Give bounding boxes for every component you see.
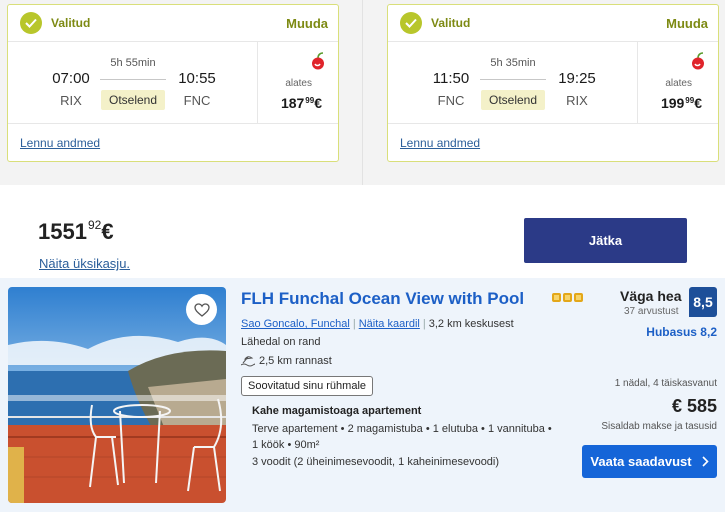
departure-airport: FNC — [437, 93, 465, 108]
sea-distance: 2,5 km rannast — [259, 355, 332, 367]
star-icon — [563, 293, 572, 302]
card-footer: Lennu andmed — [388, 124, 718, 162]
comfort-rating: Hubasus 8,2 — [646, 325, 717, 339]
beach-info: Lähedal on rand — [241, 336, 321, 348]
total-price: 155192€ — [38, 218, 114, 245]
arrival-time: 19:25 — [558, 70, 596, 87]
selected-label: Valitud — [51, 16, 91, 30]
total-currency: € — [101, 219, 114, 244]
recommended-tag: Soovitatud sinu rühmale — [241, 376, 374, 396]
sea-distance-row: 2,5 km rannast — [241, 355, 332, 367]
check-icon — [20, 12, 42, 34]
flight-price: alates 18799€ — [258, 42, 338, 124]
change-link[interactable]: Muuda — [666, 16, 708, 31]
see-availability-label: Vaata saadavust — [590, 454, 692, 469]
center-distance: 3,2 km keskusest — [428, 318, 514, 330]
separator: | — [422, 318, 426, 330]
review-score-badge: 8,5 — [689, 287, 717, 317]
star-rating — [552, 293, 583, 302]
flight-details-link[interactable]: Lennu andmed — [400, 136, 480, 150]
taxes-note: Sisaldab makse ja tasusid — [601, 421, 717, 432]
price-cents: 99 — [685, 96, 695, 105]
see-availability-button[interactable]: Vaata saadavust — [582, 445, 717, 478]
separator: | — [352, 318, 356, 330]
review-count[interactable]: 37 arvustust — [624, 306, 678, 317]
chevron-right-icon — [702, 456, 709, 467]
total-cents: 92 — [87, 218, 102, 232]
duration-line — [100, 79, 166, 80]
card-header: Valitud Muuda — [388, 5, 718, 42]
page: Valitud Muuda 07:00 RIX 5h 55min Otselen… — [0, 0, 725, 512]
star-icon — [574, 293, 583, 302]
return-flight-card: Valitud Muuda 11:50 FNC 5h 35min Otselen… — [387, 4, 719, 162]
beach-icon — [241, 356, 255, 367]
arrival-time: 10:55 — [178, 70, 216, 87]
hotel-price: € 585 — [671, 396, 717, 416]
flight-info: 11:50 FNC 5h 35min Otselend 19:25 RIX al… — [388, 42, 718, 124]
from-label: alates — [285, 78, 312, 89]
outbound-flight-card: Valitud Muuda 07:00 RIX 5h 55min Otselen… — [7, 4, 339, 162]
show-on-map-link[interactable]: Näita kaardil — [359, 318, 420, 330]
flight-details-link[interactable]: Lennu andmed — [20, 136, 100, 150]
flight-duration: 5h 35min — [490, 57, 536, 69]
apartment-details: 1 köök • 90m² — [252, 439, 320, 451]
total-main: 1551 — [38, 219, 87, 244]
departure-airport: RIX — [60, 93, 82, 108]
direct-flight-badge: Otselend — [481, 90, 545, 110]
favorite-button[interactable] — [186, 294, 217, 325]
flight-times: 11:50 FNC 5h 35min Otselend 19:25 RIX — [388, 42, 638, 124]
arrival-airport: RIX — [566, 93, 588, 108]
departure-time: 07:00 — [52, 70, 90, 87]
apartment-title: Kahe magamistoaga apartement — [252, 405, 422, 417]
price-currency: € — [314, 95, 322, 111]
flight-times: 07:00 RIX 5h 55min Otselend 10:55 FNC — [8, 42, 258, 124]
rating-label: Väga hea — [620, 288, 682, 304]
change-link[interactable]: Muuda — [286, 16, 328, 31]
from-label: alates — [665, 78, 692, 89]
duration-line — [480, 79, 546, 80]
stay-info: 1 nädal, 4 täiskasvanut — [614, 378, 717, 389]
star-icon — [552, 293, 561, 302]
flight-info: 07:00 RIX 5h 55min Otselend 10:55 FNC al… — [8, 42, 338, 124]
continue-button[interactable]: Jätka — [524, 218, 687, 263]
arrival-airport: FNC — [183, 93, 211, 108]
flight-price: alates 19999€ — [638, 42, 718, 124]
hotel-location: Sao Goncalo, Funchal | Näita kaardil | 3,2 k… — [241, 318, 514, 330]
card-footer: Lennu andmed — [8, 124, 338, 162]
bed-info: 3 voodit (2 üheinimesevoodit, 1 kaheinim… — [252, 456, 500, 468]
price-main: 199 — [660, 95, 685, 111]
selected-label: Valitud — [431, 16, 471, 30]
direct-flight-badge: Otselend — [101, 90, 165, 110]
apartment-details: Terve apartement • 2 magamistuba • 1 elu… — [252, 423, 552, 435]
check-icon — [400, 12, 422, 34]
price-currency: € — [694, 95, 702, 111]
flight-price-value: 18799€ — [281, 95, 322, 111]
price-main: 187 — [280, 95, 305, 111]
hotel-card[interactable]: FLH Funchal Ocean View with Pool Sao Gon… — [0, 278, 725, 512]
card-header: Valitud Muuda — [8, 5, 338, 42]
departure-time: 11:50 — [432, 70, 470, 87]
price-cents: 99 — [305, 96, 315, 105]
flight-price-value: 19999€ — [661, 95, 702, 111]
flight-duration: 5h 55min — [110, 57, 156, 69]
flights-divider — [362, 0, 363, 185]
show-details-link[interactable]: Näita üksikasju. — [39, 256, 130, 271]
location-link[interactable]: Sao Goncalo, Funchal — [241, 318, 350, 330]
heart-icon — [193, 302, 210, 317]
cherry-logo-icon — [692, 52, 704, 70]
cherry-logo-icon — [312, 52, 324, 70]
hotel-name[interactable]: FLH Funchal Ocean View with Pool — [241, 289, 524, 309]
